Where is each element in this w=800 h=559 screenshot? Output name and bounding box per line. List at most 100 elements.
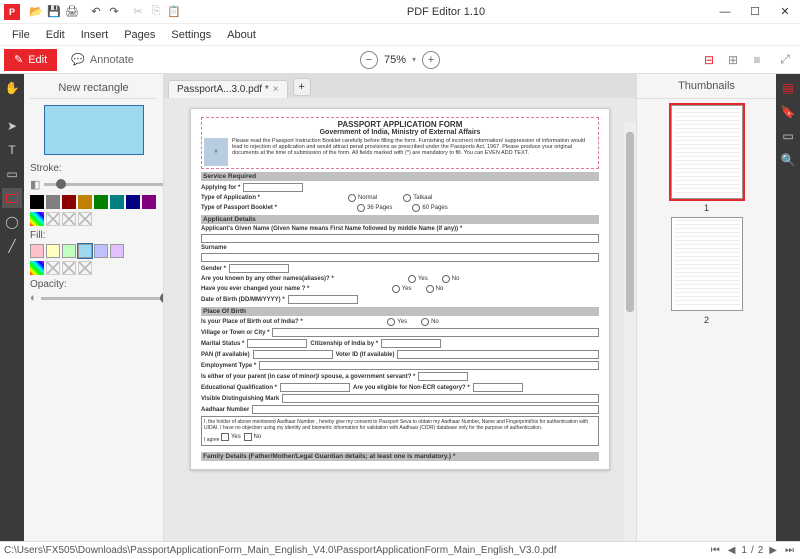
color-swatch[interactable] [46,195,60,209]
color-swatch[interactable] [62,244,76,258]
bookmarks-tool-icon[interactable]: 🔖 [778,102,798,122]
menu-file[interactable]: File [6,27,36,43]
form-field[interactable] [418,372,468,381]
radio-36pages[interactable]: 36 Pages [357,204,392,212]
form-field[interactable] [272,328,599,337]
form-field[interactable] [247,339,307,348]
rectangle-tool-icon[interactable] [2,188,22,208]
form-field[interactable] [253,350,333,359]
no-color-swatch[interactable] [78,212,92,226]
color-swatch[interactable] [62,195,76,209]
form-field[interactable] [243,183,303,192]
print-icon[interactable]: 🖨 [64,4,80,20]
copy-icon[interactable]: ⎘ [148,4,164,20]
menu-settings[interactable]: Settings [165,27,217,43]
page-viewport[interactable]: PASSPORT APPLICATION FORM Government of … [164,98,636,541]
search-tool-icon[interactable]: 🔍 [778,150,798,170]
radio-no[interactable]: No [426,285,444,293]
menu-pages[interactable]: Pages [118,27,161,43]
form-field[interactable] [473,383,523,392]
undo-icon[interactable]: ↶ [88,4,104,20]
form-field[interactable] [288,295,358,304]
color-picker-icon[interactable] [30,261,44,275]
color-swatch[interactable] [78,195,92,209]
last-page-button[interactable]: ⏭ [783,545,796,556]
view-single-icon[interactable]: ⊟ [700,51,718,69]
no-color-swatch[interactable] [46,261,60,275]
text-tool-icon[interactable]: T [2,140,22,160]
open-icon[interactable]: 📂 [28,4,44,20]
scrollbar-thumb[interactable] [626,132,634,312]
form-field[interactable] [280,383,350,392]
color-swatch[interactable] [142,195,156,209]
cut-icon[interactable]: ✂ [130,4,146,20]
no-color-swatch[interactable] [62,212,76,226]
document-tab[interactable]: PassportA...3.0.pdf * × [168,80,288,98]
color-swatch[interactable] [110,195,124,209]
color-swatch[interactable] [46,244,60,258]
view-double-icon[interactable]: ⊞ [724,51,742,69]
thumbnails-tool-icon[interactable]: ▤ [778,78,798,98]
form-field[interactable] [229,264,289,273]
form-field[interactable] [381,339,441,348]
color-swatch[interactable] [94,195,108,209]
menu-about[interactable]: About [221,27,262,43]
image-tool-icon[interactable]: ▭ [2,164,22,184]
radio-normal[interactable]: Normal [348,194,377,202]
radio-yes[interactable]: Yes [392,285,412,293]
no-color-swatch[interactable] [62,261,76,275]
form-field[interactable] [282,394,599,403]
radio-no[interactable]: No [442,275,460,283]
color-swatch[interactable] [126,195,140,209]
color-swatch[interactable] [94,244,108,258]
close-button[interactable]: ✕ [770,0,800,24]
color-swatch[interactable] [78,244,92,258]
color-swatch[interactable] [30,244,44,258]
zoom-caret-icon[interactable]: ▾ [412,55,416,64]
expand-icon[interactable]: ⤢ [776,51,794,69]
attachments-tool-icon[interactable]: ▭ [778,126,798,146]
form-field[interactable] [397,350,599,359]
annotate-mode-button[interactable]: 💬 Annotate [61,49,144,71]
color-swatch[interactable] [30,195,44,209]
stroke-width-slider[interactable] [44,183,164,186]
opacity-slider[interactable] [41,297,164,300]
menu-edit[interactable]: Edit [40,27,71,43]
edit-mode-button[interactable]: ✎ Edit [4,49,57,71]
color-swatch[interactable] [110,244,124,258]
checkbox-yes[interactable]: Yes [221,433,241,441]
redo-icon[interactable]: ↷ [106,4,122,20]
close-icon[interactable]: × [273,84,279,95]
maximize-button[interactable]: ☐ [740,0,770,24]
prev-page-button[interactable]: ◀ [726,545,738,556]
first-page-button[interactable]: ⏮ [709,545,722,556]
radio-yes[interactable]: Yes [408,275,428,283]
radio-tatkaal[interactable]: Tatkaal [403,194,432,202]
pointer-tool-icon[interactable]: ➤ [2,116,22,136]
zoom-in-button[interactable]: + [422,51,440,69]
radio-60pages[interactable]: 60 Pages [412,204,447,212]
radio-no[interactable]: No [421,318,439,326]
hand-tool-icon[interactable]: ✋ [2,78,22,98]
view-continuous-icon[interactable]: ≡ [748,51,766,69]
color-picker-icon[interactable] [30,212,44,226]
ellipse-tool-icon[interactable]: ◯ [2,212,22,232]
add-tab-button[interactable]: + [293,78,311,96]
menu-insert[interactable]: Insert [75,27,115,43]
no-color-swatch[interactable] [78,261,92,275]
zoom-out-button[interactable]: − [360,51,378,69]
form-field[interactable] [201,253,599,262]
thumbnail-page-2[interactable] [671,217,743,311]
checkbox-no[interactable]: No [244,433,262,441]
next-page-button[interactable]: ▶ [767,545,779,556]
radio-yes[interactable]: Yes [387,318,407,326]
form-field[interactable] [259,361,599,370]
vertical-scrollbar[interactable] [624,122,636,541]
minimize-button[interactable]: — [710,0,740,24]
paste-icon[interactable]: 📋 [166,4,182,20]
form-field[interactable] [201,234,599,243]
thumbnail-page-1[interactable] [671,105,743,199]
no-color-swatch[interactable] [46,212,60,226]
line-tool-icon[interactable]: ╱ [2,236,22,256]
form-field[interactable] [252,405,599,414]
